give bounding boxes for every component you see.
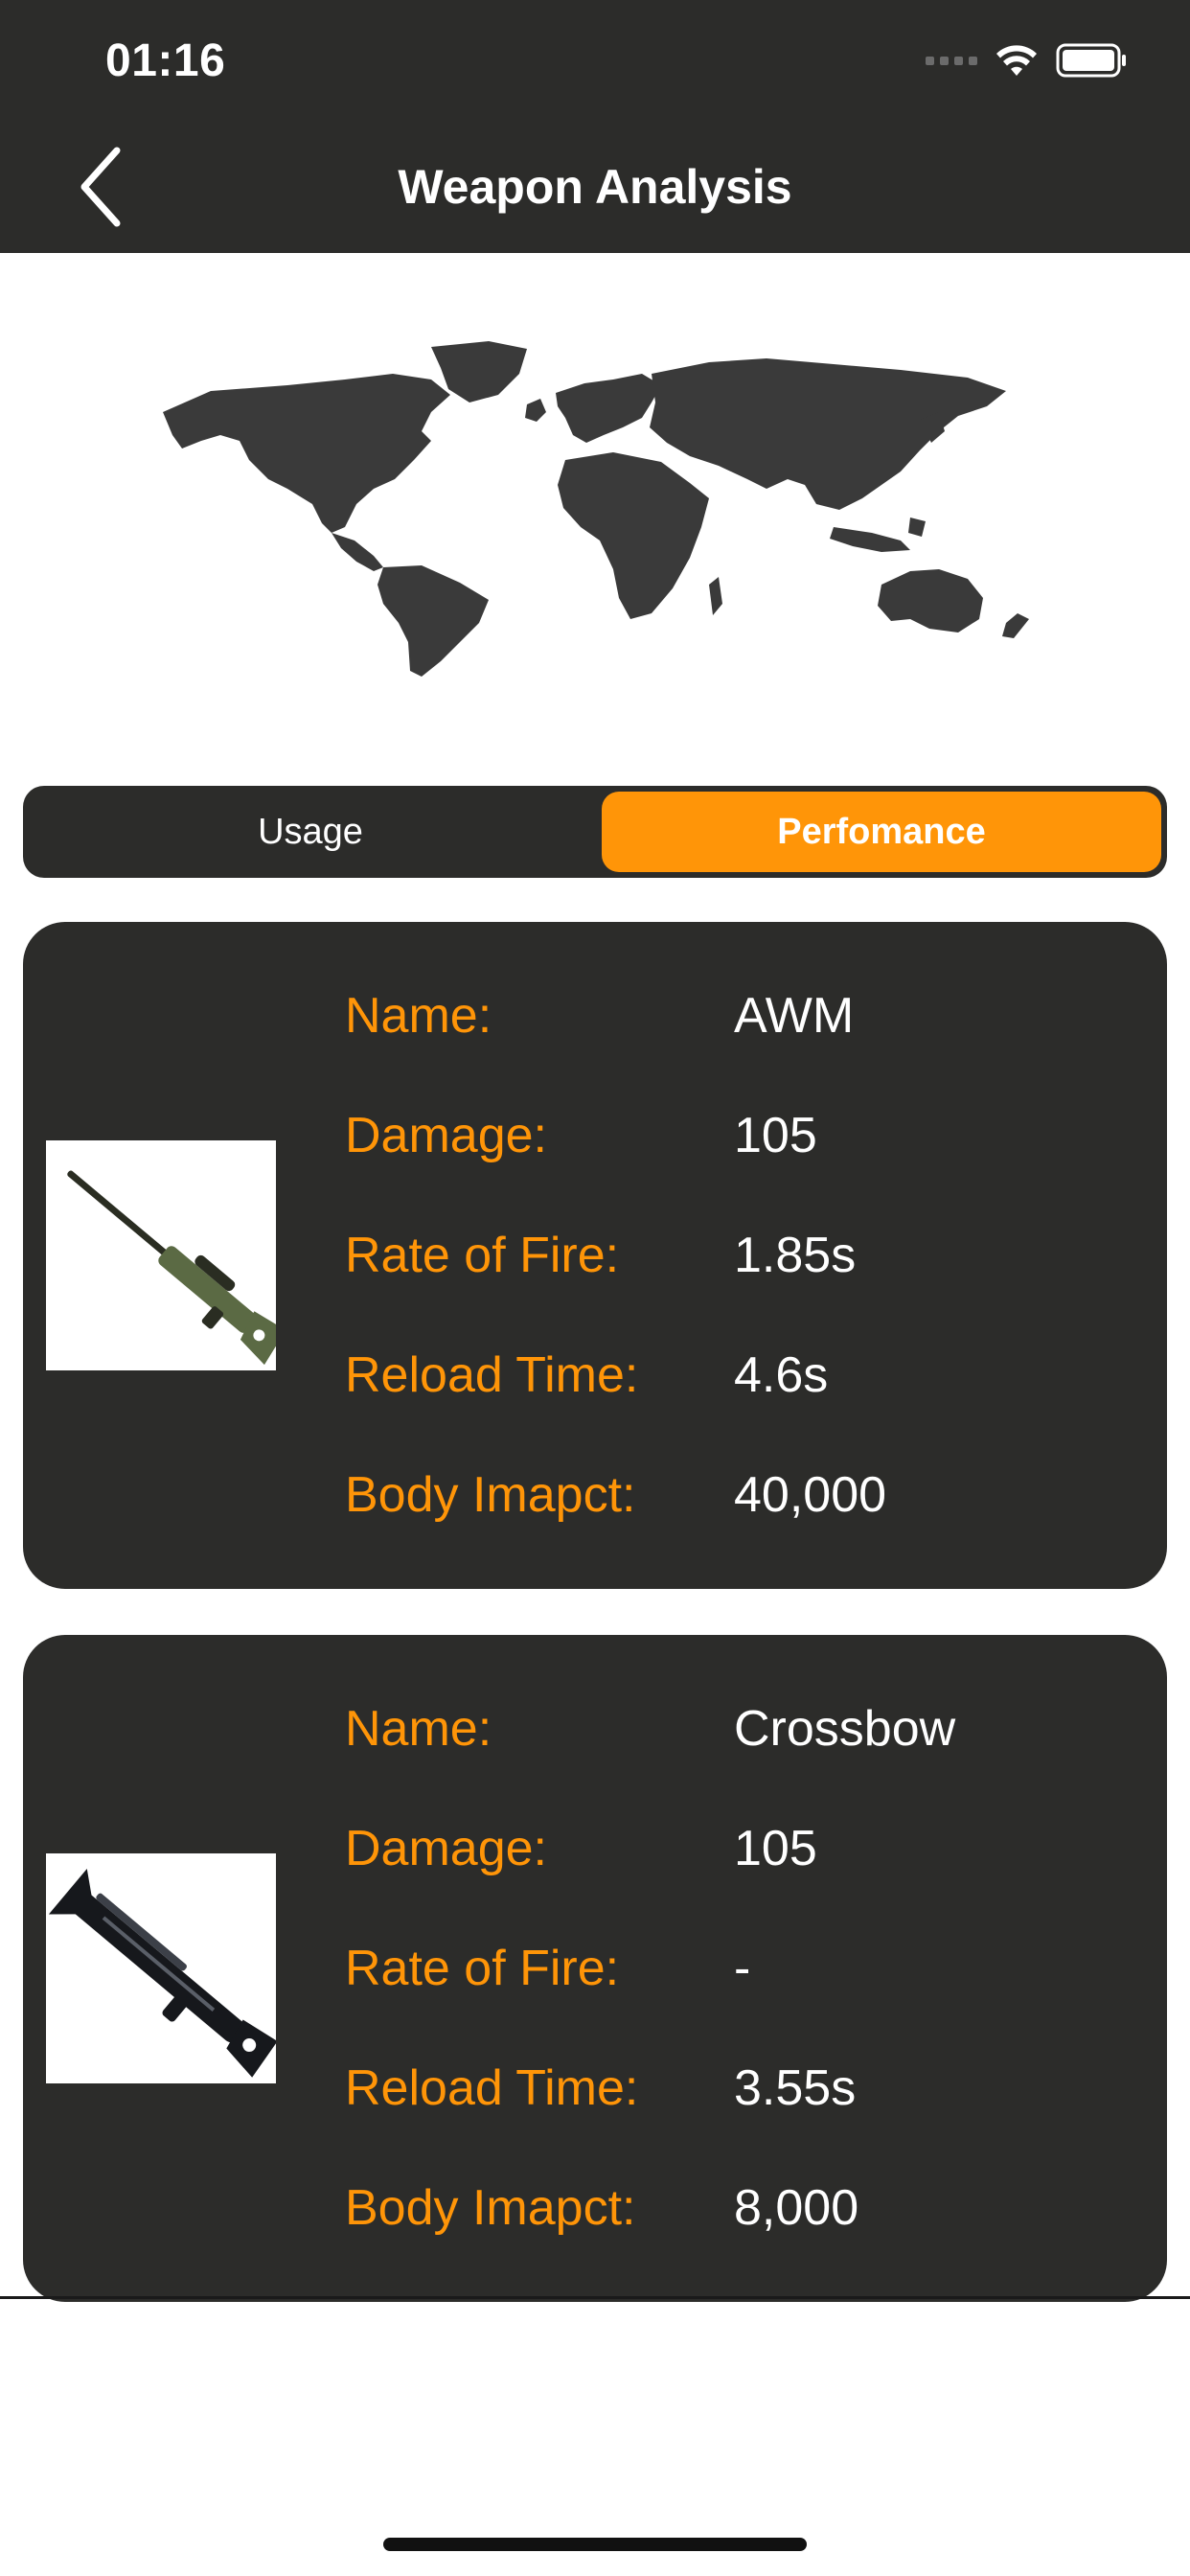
field-label: Body Imapct: (345, 1467, 636, 1523)
weapon-row-name: Name: AWM (345, 978, 1131, 1054)
tab-performance[interactable]: Perfomance (602, 792, 1161, 872)
usage-performance-segmented-control: Usage Perfomance (23, 786, 1167, 878)
status-icons (926, 42, 1129, 79)
sniper-rifle-icon (46, 1140, 286, 1370)
weapon-row-body-impact: Body Imapct: 8,000 (345, 2170, 1131, 2246)
field-value: 8,000 (734, 2180, 859, 2236)
tab-usage[interactable]: Usage (29, 792, 592, 872)
weapon-row-body-impact: Body Imapct: 40,000 (345, 1457, 1131, 1533)
field-value: 3.55s (734, 2060, 857, 2116)
weapon-row-reload-time: Reload Time: 4.6s (345, 1337, 1131, 1414)
list-bottom-divider (0, 2296, 1190, 2299)
field-value: 1.85s (734, 1228, 857, 1283)
field-value: 105 (734, 1821, 817, 1876)
field-label: Reload Time: (345, 1347, 639, 1403)
wifi-icon (996, 45, 1037, 76)
field-label: Name: (345, 988, 492, 1044)
field-label: Damage: (345, 1821, 547, 1876)
home-indicator[interactable] (383, 2538, 807, 2551)
field-label: Reload Time: (345, 2060, 639, 2116)
page-title: Weapon Analysis (398, 160, 792, 214)
weapon-row-rate-of-fire: Rate of Fire: - (345, 1930, 1131, 2007)
battery-icon (1056, 43, 1126, 78)
weapon-row-reload-time: Reload Time: 3.55s (345, 2050, 1131, 2127)
field-value: Crossbow (734, 1701, 956, 1757)
weapon-row-damage: Damage: 105 (345, 1810, 1131, 1887)
crossbow-icon (46, 1853, 278, 2083)
weapon-row-rate-of-fire: Rate of Fire: 1.85s (345, 1217, 1131, 1294)
field-label: Rate of Fire: (345, 1228, 620, 1283)
field-value: AWM (734, 988, 855, 1044)
weapon-card[interactable]: Name: AWM Damage: 105 Rate of Fire: 1.85… (23, 922, 1167, 1589)
field-value: 4.6s (734, 1347, 829, 1403)
field-value: - (734, 1941, 751, 1996)
status-time: 01:16 (105, 35, 226, 86)
navigation-header: 01:16 Weapon Analysis (0, 0, 1190, 253)
field-label: Damage: (345, 1108, 547, 1163)
screen: 01:16 Weapon Analysis Usage Perfomance N… (0, 0, 1190, 2576)
weapon-card[interactable]: Name: Crossbow Damage: 105 Rate of Fire:… (23, 1635, 1167, 2302)
field-value: 105 (734, 1108, 817, 1163)
field-label: Rate of Fire: (345, 1941, 620, 1996)
weapon-row-name: Name: Crossbow (345, 1690, 1131, 1767)
field-value: 40,000 (734, 1467, 887, 1523)
weapon-row-damage: Damage: 105 (345, 1097, 1131, 1174)
world-map-icon (144, 335, 1044, 680)
field-label: Body Imapct: (345, 2180, 636, 2236)
signal-dots-icon (926, 56, 977, 65)
field-label: Name: (345, 1701, 492, 1757)
